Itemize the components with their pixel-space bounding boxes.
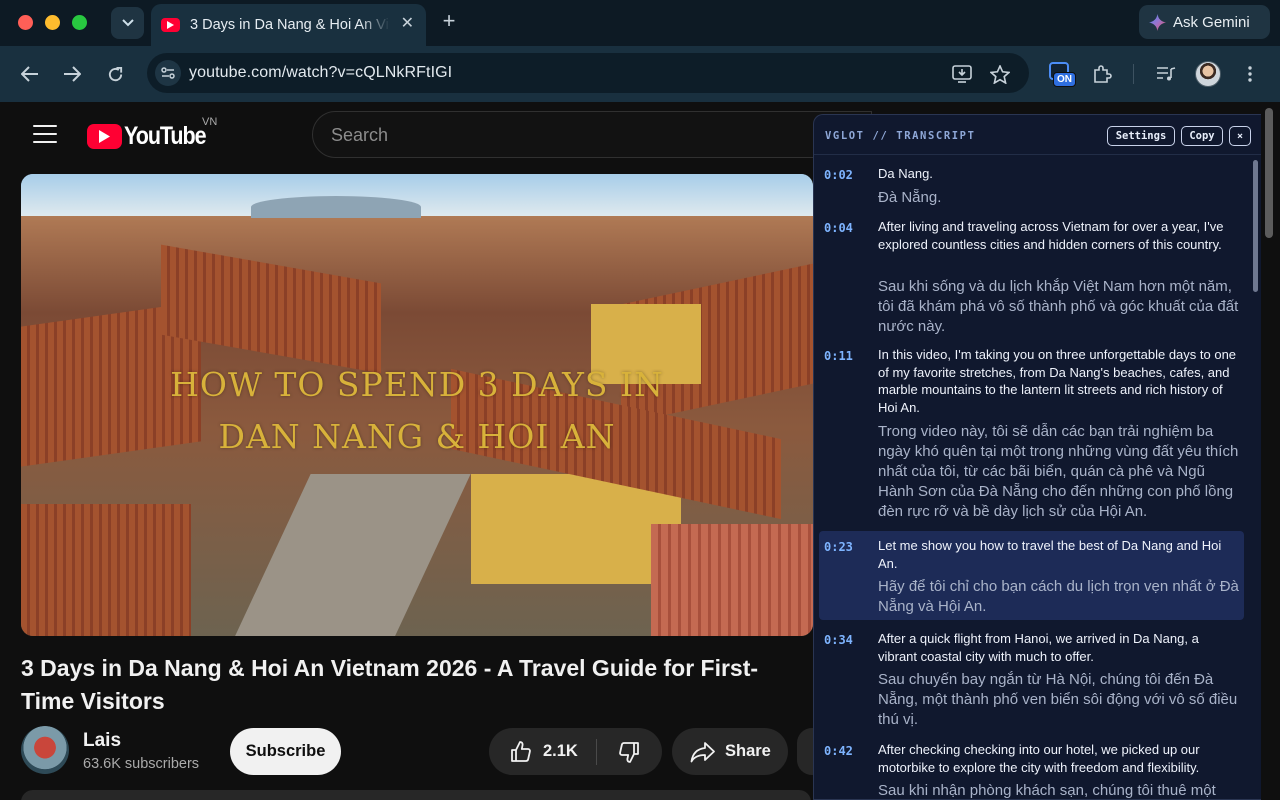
toolbar-divider [1133, 64, 1134, 84]
thumbnail-street [231, 474, 471, 636]
active-tab[interactable]: 3 Days in Da Nang & Hoi An Vietnam 2026 … [151, 4, 426, 46]
segment-english: After a quick flight from Hanoi, we arri… [878, 631, 1199, 664]
segment-timestamp[interactable]: 0:42 [824, 744, 853, 758]
segment-english: In this video, I'm taking you on three u… [878, 347, 1237, 415]
segment-timestamp[interactable]: 0:04 [824, 221, 853, 235]
gemini-sparkle-icon [1149, 13, 1166, 31]
youtube-logo[interactable]: YouTube VN [87, 116, 219, 150]
youtube-wordmark: YouTube [124, 121, 207, 150]
maximize-window-button[interactable] [72, 15, 87, 30]
search-placeholder: Search [331, 125, 389, 145]
thumbnail-roof [651, 524, 813, 636]
segment-timestamp[interactable]: 0:02 [824, 168, 853, 182]
tab-search-button[interactable] [111, 7, 144, 39]
like-dislike-group: 2.1K [489, 728, 662, 775]
extensions-button[interactable] [1089, 61, 1115, 87]
tab-title: 3 Days in Da Nang & Hoi An Vietnam 2026 … [190, 17, 390, 33]
segment-english: Let me show you how to travel the best o… [878, 538, 1222, 571]
subscriber-count: 63.6K subscribers [83, 756, 200, 772]
reload-button[interactable] [103, 62, 127, 86]
site-settings-icon[interactable] [155, 60, 181, 86]
playlist-music-icon [1157, 67, 1176, 81]
minimize-window-button[interactable] [45, 15, 60, 30]
youtube-play-icon [87, 123, 122, 149]
tab-close-icon[interactable]: ✕ [401, 16, 414, 32]
video-title: 3 Days in Da Nang & Hoi An Vietnam 2026 … [21, 655, 759, 714]
new-tab-button[interactable]: + [438, 10, 460, 33]
segment-vietnamese: Sau khi sống và du lịch khắp Việt Nam hơ… [878, 278, 1239, 335]
segment-vietnamese: Đà Nẵng. [878, 189, 942, 206]
thumbnail-roof [21, 504, 191, 636]
arrow-right-icon [64, 66, 81, 82]
youtube-favicon-icon [161, 18, 180, 32]
transcript-segment-active[interactable]: 0:23 Let me show you how to travel the b… [819, 531, 1244, 620]
url-text: youtube.com/watch?v=cQLNkRFtIGI [189, 64, 453, 81]
segment-timestamp[interactable]: 0:11 [824, 349, 853, 363]
address-bar[interactable]: youtube.com/watch?v=cQLNkRFtIGI [147, 53, 1029, 93]
description-box[interactable] [21, 790, 811, 800]
thumbs-down-icon [619, 741, 639, 763]
profile-avatar[interactable] [1195, 61, 1221, 87]
channel-name[interactable]: Lais [83, 730, 121, 752]
transcript-scrollbar[interactable] [1253, 160, 1258, 292]
transcript-segment[interactable]: 0:34 After a quick flight from Hanoi, we… [814, 630, 1245, 730]
thumbnail-mountain [251, 196, 421, 218]
segment-vietnamese: Sau khi nhận phòng khách sạn, chúng tôi … [878, 782, 1216, 799]
more-vertical-icon [1248, 66, 1252, 82]
channel-avatar[interactable] [21, 726, 69, 774]
search-input[interactable]: Search [312, 111, 872, 158]
transcript-panel-title: VGLOT // TRANSCRIPT [825, 130, 976, 142]
transcript-segment[interactable]: 0:42 After checking checking into our ho… [814, 741, 1245, 799]
subscribe-button[interactable]: Subscribe [230, 728, 341, 775]
close-panel-button[interactable]: × [1229, 126, 1251, 146]
thumbnail-headline: HOW TO SPEND 3 DAYS IN DAN NANG & HOI AN [21, 359, 813, 463]
chevron-down-icon [121, 19, 134, 27]
transcript-panel-header: VGLOT // TRANSCRIPT Settings Copy × [814, 115, 1261, 155]
tab-strip: 3 Days in Da Nang & Hoi An Vietnam 2026 … [0, 0, 1280, 46]
install-app-icon[interactable] [951, 63, 973, 85]
like-button[interactable]: 2.1K [489, 740, 596, 764]
thumbs-up-icon [511, 740, 531, 762]
segment-vietnamese: Sau chuyến bay ngắn từ Hà Nội, chúng tôi… [878, 671, 1238, 728]
segment-timestamp[interactable]: 0:34 [824, 633, 853, 647]
extension-on-badge: ON [1053, 72, 1076, 87]
puzzle-icon [1094, 65, 1112, 83]
segment-english: Da Nang. [878, 166, 933, 181]
forward-button[interactable] [60, 62, 84, 86]
arrow-left-icon [21, 66, 38, 82]
segment-timestamp[interactable]: 0:23 [824, 540, 853, 554]
segment-english: After living and traveling across Vietna… [878, 219, 1224, 252]
segment-english: After checking checking into our hotel, … [878, 742, 1200, 775]
dislike-button[interactable] [597, 740, 641, 764]
transcript-panel: VGLOT // TRANSCRIPT Settings Copy × 0:02… [813, 114, 1261, 800]
ask-gemini-label: Ask Gemini [1173, 13, 1250, 31]
back-button[interactable] [18, 62, 42, 86]
media-controls-button[interactable] [1153, 61, 1179, 87]
page-scrollbar[interactable] [1265, 108, 1273, 238]
close-window-button[interactable] [18, 15, 33, 30]
segment-vietnamese: Trong video này, tôi sẽ dẫn các bạn trải… [878, 423, 1239, 520]
browser-toolbar: youtube.com/watch?v=cQLNkRFtIGI ON [0, 46, 1280, 102]
browser-menu-button[interactable] [1237, 61, 1263, 87]
transcript-segment[interactable]: 0:11 In this video, I'm taking you on th… [814, 346, 1245, 526]
browser-window: 3 Days in Da Nang & Hoi An Vietnam 2026 … [0, 0, 1280, 800]
settings-button[interactable]: Settings [1107, 126, 1175, 146]
guide-menu-button[interactable] [33, 125, 57, 145]
bookmark-star-icon[interactable] [989, 63, 1011, 85]
segment-vietnamese: Hãy để tôi chỉ cho bạn cách du lịch trọn… [878, 578, 1239, 615]
share-arrow-icon [690, 741, 715, 762]
thumbnail-headline-line: DAN NANG & HOI AN [218, 417, 616, 456]
copy-button[interactable]: Copy [1181, 126, 1223, 146]
video-player[interactable]: HOW TO SPEND 3 DAYS IN DAN NANG & HOI AN [21, 174, 813, 636]
transcript-segment[interactable]: 0:04 After living and traveling across V… [814, 218, 1245, 336]
like-count: 2.1K [543, 742, 578, 760]
country-code: VN [202, 116, 218, 128]
share-label: Share [725, 742, 771, 760]
ask-gemini-button[interactable]: Ask Gemini [1139, 5, 1270, 39]
thumbnail-headline-line: HOW TO SPEND 3 DAYS IN [170, 365, 664, 404]
reload-icon [108, 66, 122, 81]
transcript-segment[interactable]: 0:02 Da Nang. Đà Nẵng. [814, 165, 1245, 209]
share-button[interactable]: Share [672, 728, 788, 775]
vglot-extension-button[interactable]: ON [1049, 62, 1077, 90]
